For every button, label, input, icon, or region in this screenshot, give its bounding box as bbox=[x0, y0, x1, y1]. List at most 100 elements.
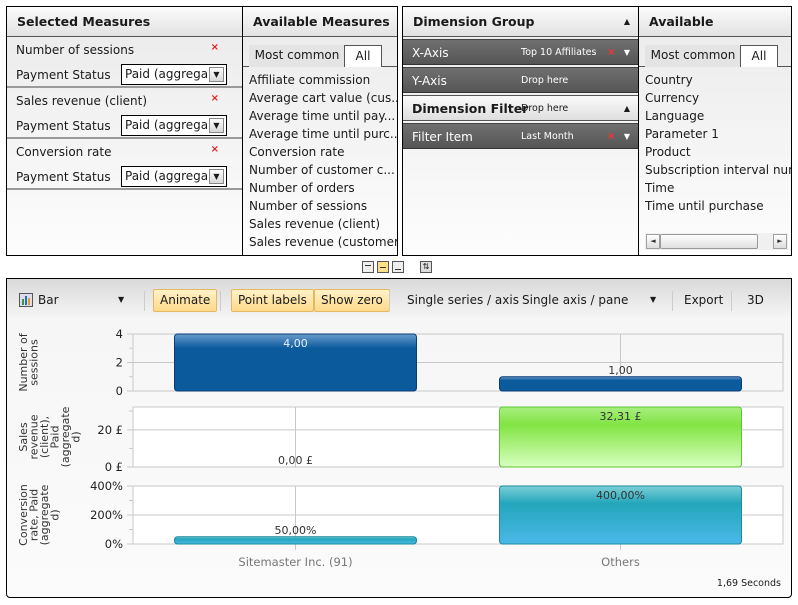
y-tick-label: 20 £ bbox=[97, 423, 123, 437]
data-label: 4,00 bbox=[283, 337, 308, 350]
list-item[interactable]: Language bbox=[645, 107, 791, 125]
bar bbox=[499, 485, 742, 545]
measure-item[interactable]: Sales revenue (client) × Payment Status … bbox=[7, 88, 242, 139]
remove-icon[interactable]: × bbox=[607, 124, 615, 150]
list-item[interactable]: Time bbox=[645, 179, 791, 197]
list-item[interactable]: Time until purchase bbox=[645, 197, 791, 215]
bar bbox=[174, 333, 417, 392]
remove-icon[interactable]: × bbox=[211, 93, 219, 104]
layout-bottom-icon[interactable] bbox=[392, 261, 404, 273]
chart-type-select[interactable]: Bar bbox=[38, 287, 59, 313]
point-labels-toggle[interactable]: Point labels bbox=[231, 289, 314, 312]
list-item[interactable]: Number of customer c... bbox=[249, 161, 397, 179]
list-item[interactable]: Country bbox=[645, 71, 791, 89]
swap-axes-icon[interactable]: ⇅ bbox=[420, 261, 432, 273]
y-tick-label: 2 bbox=[116, 356, 123, 370]
available-measures-list: Affiliate commission Average cart value (… bbox=[243, 67, 397, 251]
y-axis-label: revenue bbox=[28, 414, 41, 459]
data-label: 0,00 £ bbox=[278, 454, 313, 467]
plot-area bbox=[132, 333, 784, 392]
chevron-down-icon[interactable]: ▼ bbox=[624, 40, 630, 66]
plot-area bbox=[132, 406, 784, 468]
chevron-down-icon[interactable]: ▼ bbox=[650, 287, 656, 313]
tab-all[interactable]: All bbox=[740, 45, 778, 67]
export-button[interactable]: Export bbox=[684, 287, 723, 313]
y-axis-label: d) bbox=[70, 431, 83, 442]
measure-item[interactable]: Conversion rate × Payment Status Paid (a… bbox=[7, 139, 242, 190]
y-axis-slot[interactable]: Y-Axis Drop here bbox=[403, 67, 638, 93]
scrollbar-thumb[interactable] bbox=[660, 234, 758, 249]
list-item[interactable]: Average time until purc... bbox=[249, 125, 397, 143]
list-item[interactable]: Currency bbox=[645, 89, 791, 107]
render-time: 1,69 Seconds bbox=[716, 578, 781, 589]
scroll-right-icon[interactable]: ► bbox=[773, 234, 787, 249]
collapse-icon[interactable]: ▲ bbox=[624, 7, 630, 37]
y-tick-label: 200% bbox=[90, 508, 123, 522]
list-item[interactable]: Affiliate commission bbox=[249, 71, 397, 89]
remove-icon[interactable]: × bbox=[211, 42, 219, 53]
measures-tabs: Most common All bbox=[243, 45, 397, 67]
series-mode-button[interactable]: Single series / axis bbox=[407, 287, 519, 313]
select-value: Paid (aggrega bbox=[125, 118, 209, 132]
show-zero-toggle[interactable]: Show zero bbox=[314, 289, 390, 312]
remove-icon[interactable]: × bbox=[211, 144, 219, 155]
x-axis-slot[interactable]: X-Axis Top 10 Affiliates × ▼ bbox=[403, 39, 638, 65]
dimension-filter-header: Dimension Filter Drop here ▲ bbox=[403, 95, 638, 121]
animate-toggle[interactable]: Animate bbox=[153, 289, 218, 312]
filter-label: Payment Status bbox=[16, 119, 111, 133]
list-item[interactable]: Average cart value (cus... bbox=[249, 89, 397, 107]
tab-all[interactable]: All bbox=[344, 45, 382, 67]
toolbar-separator bbox=[731, 291, 732, 311]
payment-status-select[interactable]: Paid (aggrega ▼ bbox=[121, 64, 227, 85]
data-label: 1,00 bbox=[608, 364, 633, 377]
y-tick-label: 0% bbox=[105, 537, 123, 551]
selected-measures-title: Selected Measures bbox=[7, 7, 242, 37]
y-axis-label: d) bbox=[49, 509, 62, 520]
payment-status-select[interactable]: Paid (aggrega ▼ bbox=[121, 115, 227, 136]
y-axis-label: Paid bbox=[49, 426, 62, 449]
dimensions-tabs: Most common All bbox=[639, 45, 791, 67]
list-item[interactable]: Sales revenue (client) bbox=[249, 215, 397, 233]
bar bbox=[499, 406, 742, 468]
list-item[interactable]: Average time until pay... bbox=[249, 107, 397, 125]
y-tick-label: 0 £ bbox=[105, 460, 123, 474]
select-value: Paid (aggrega bbox=[125, 67, 209, 81]
list-item[interactable]: Number of orders bbox=[249, 179, 397, 197]
measure-name: Sales revenue (client) bbox=[16, 94, 148, 108]
layout-middle-icon[interactable] bbox=[377, 261, 389, 273]
chevron-down-icon[interactable]: ▼ bbox=[209, 67, 224, 82]
list-item[interactable]: Number of sessions bbox=[249, 197, 397, 215]
chevron-down-icon[interactable]: ▼ bbox=[209, 169, 224, 184]
x-axis-value: Top 10 Affiliates bbox=[521, 47, 597, 58]
list-item[interactable]: Conversion rate bbox=[249, 143, 397, 161]
tab-most-common[interactable]: Most common bbox=[645, 45, 741, 67]
scroll-left-icon[interactable]: ◄ bbox=[646, 234, 660, 249]
payment-status-select[interactable]: Paid (aggrega ▼ bbox=[121, 166, 227, 187]
x-tick-label: Others bbox=[601, 555, 640, 569]
axis-mode-select[interactable]: Single axis / pane bbox=[522, 287, 628, 313]
chevron-down-icon[interactable]: ▼ bbox=[118, 287, 124, 313]
list-item[interactable]: Product bbox=[645, 143, 791, 161]
select-value: Paid (aggrega bbox=[125, 169, 209, 183]
list-item[interactable]: Parameter 1 bbox=[645, 125, 791, 143]
chevron-down-icon[interactable]: ▼ bbox=[624, 124, 630, 150]
list-item[interactable]: Subscription interval numbe bbox=[645, 161, 791, 179]
filter-label: Payment Status bbox=[16, 68, 111, 82]
measure-item[interactable]: Number of sessions × Payment Status Paid… bbox=[7, 37, 242, 88]
y-axis-label: Y-Axis bbox=[412, 74, 447, 88]
available-dimensions-list: Country Currency Language Parameter 1 Produc… bbox=[639, 67, 791, 215]
y-axis-label: rate, Paid bbox=[28, 489, 41, 541]
data-label: 32,31 £ bbox=[600, 410, 642, 423]
horizontal-scrollbar[interactable]: ◄ ► bbox=[645, 233, 788, 250]
y-axis-label: Conversion bbox=[17, 484, 30, 546]
remove-icon[interactable]: × bbox=[607, 40, 615, 66]
filter-item-slot[interactable]: Filter Item Last Month × ▼ bbox=[403, 123, 638, 149]
tab-most-common[interactable]: Most common bbox=[249, 45, 345, 67]
3d-toggle[interactable]: 3D bbox=[747, 287, 764, 313]
toolbar-separator bbox=[220, 291, 221, 311]
layout-top-icon[interactable] bbox=[362, 261, 374, 273]
collapse-icon[interactable]: ▲ bbox=[624, 96, 630, 122]
chevron-down-icon[interactable]: ▼ bbox=[209, 118, 224, 133]
filter-label: Payment Status bbox=[16, 170, 111, 184]
list-item[interactable]: Sales revenue (customer) bbox=[249, 233, 397, 251]
